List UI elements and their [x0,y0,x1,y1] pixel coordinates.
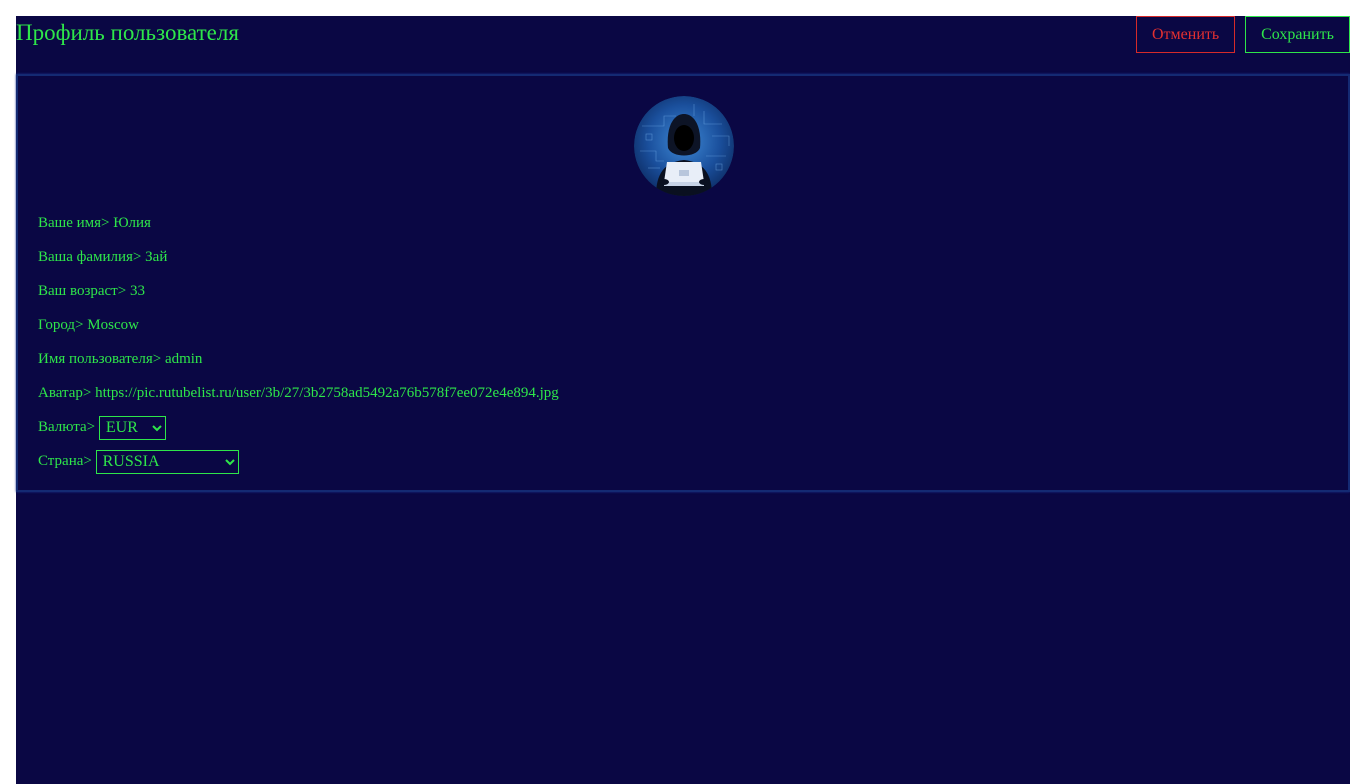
profile-page: Профиль пользователя Отменить Сохранить [16,16,1350,784]
city-label: Город> [38,317,84,333]
last-name-row: Ваша фамилия> Зай [38,240,559,274]
age-label: Ваш возраст> [38,283,127,299]
avatar [634,96,734,196]
currency-label: Валюта> [38,419,96,435]
avatar-row: Аватар> https://pic.rutubelist.ru/user/3… [38,376,559,410]
username-row: Имя пользователя> admin [38,342,559,376]
last-name-label: Ваша фамилия> [38,249,142,265]
currency-row: Валюта> EUR [38,410,559,444]
age-row: Ваш возраст> 33 [38,274,559,308]
avatar-url-value: https://pic.rutubelist.ru/user/3b/27/3b2… [95,385,559,401]
age-value: 33 [129,283,145,299]
country-select[interactable]: RUSSIA [95,449,239,474]
username-value: admin [164,351,203,367]
page-title: Профиль пользователя [16,20,239,45]
save-button[interactable]: Сохранить [1245,16,1350,53]
first-name-row: Ваше имя> Юлия [38,206,559,240]
profile-card: Ваше имя> Юлия Ваша фамилия> Зай Ваш воз… [16,74,1350,492]
country-row: Страна> RUSSIA [38,444,559,478]
city-value: Moscow [87,317,139,333]
avatar-label: Аватар> [38,385,92,401]
last-name-value: Зай [145,249,168,265]
profile-fields: Ваше имя> Юлия Ваша фамилия> Зай Ваш воз… [38,206,559,478]
first-name-value: Юлия [113,215,151,231]
currency-select[interactable]: EUR [98,415,166,440]
city-row: Город> Moscow [38,308,559,342]
username-label: Имя пользователя> [38,351,162,367]
hacker-avatar-icon [634,96,734,196]
first-name-label: Ваше имя> [38,215,110,231]
country-label: Страна> [38,453,92,469]
cancel-button[interactable]: Отменить [1136,16,1235,53]
header-actions: Отменить Сохранить [1136,16,1350,53]
page-header: Профиль пользователя Отменить Сохранить [16,16,1350,74]
